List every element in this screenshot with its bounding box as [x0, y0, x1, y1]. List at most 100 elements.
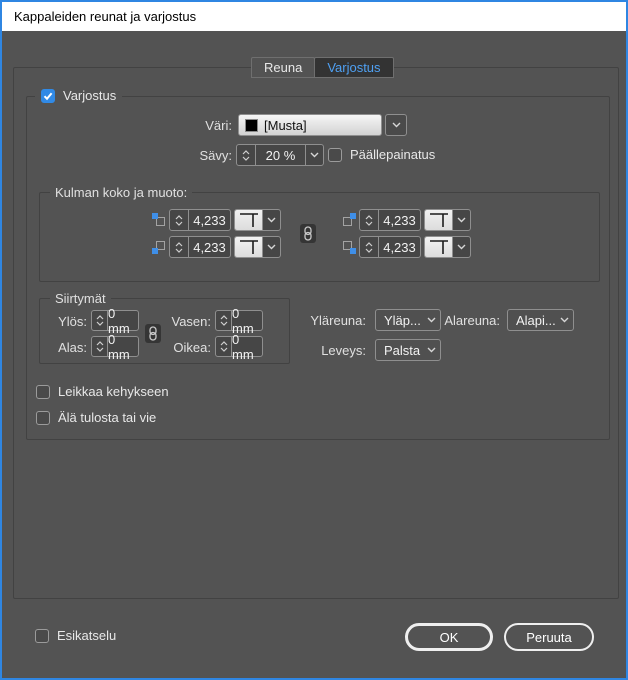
offset-left-label: Vasen: [150, 314, 211, 329]
chevron-down-icon [427, 347, 436, 353]
chevron-down-icon [452, 237, 470, 257]
chevron-down-icon [560, 317, 569, 323]
chevron-down-icon [262, 210, 280, 230]
corner-shape-icon [425, 210, 452, 230]
width-label: Leveys: [227, 343, 366, 358]
title-bar[interactable]: Kappaleiden reunat ja varjostus [2, 2, 626, 31]
color-dropdown[interactable]: [Musta] [238, 114, 382, 136]
cancel-button-label: Peruuta [526, 630, 572, 645]
clip-to-frame-checkbox[interactable] [36, 385, 50, 399]
ok-button[interactable]: OK [405, 623, 493, 651]
shading-toggle-row: Varjostus [35, 88, 122, 103]
corner-shape-icon [235, 210, 262, 230]
chevron-down-icon [242, 156, 250, 161]
offset-bottom-stepper[interactable] [92, 337, 107, 356]
offsets-group-label: Siirtymät [50, 290, 111, 307]
dialog-body: Reuna Varjostus Varjostus Väri: [Musta] [2, 31, 626, 678]
clip-to-frame-row: Leikkaa kehykseen [36, 384, 169, 399]
corner-shape-icon [425, 237, 452, 257]
tint-value[interactable]: 20 % [255, 145, 305, 165]
offset-top-value[interactable]: 0 mm [107, 311, 138, 330]
chevron-up-icon [175, 242, 183, 247]
corner-top-right-shape-dropdown[interactable] [424, 209, 471, 231]
corner-bottom-right-shape-dropdown[interactable] [424, 236, 471, 258]
corner-bottom-left-icon [152, 240, 166, 254]
corner-bottom-right-stepper[interactable] [360, 237, 378, 257]
check-icon [43, 91, 53, 101]
shading-group: Varjostus Väri: [Musta] Sävy: 20 % [26, 96, 610, 440]
corner-top-left-stepper[interactable] [170, 210, 188, 230]
chevron-down-icon [392, 122, 401, 128]
corner-top-right-field: 4,233 [359, 209, 421, 231]
offset-top-field: 0 mm [91, 310, 139, 331]
corner-top-right-value[interactable]: 4,233 [378, 210, 420, 230]
cancel-button[interactable]: Peruuta [504, 623, 594, 651]
corner-group-label: Kulman koko ja muoto: [50, 184, 192, 201]
corner-bottom-right-field: 4,233 [359, 236, 421, 258]
chevron-up-icon [242, 150, 250, 155]
corner-bottom-left-field: 4,233 [169, 236, 231, 258]
bottom-edge-label: Alareuna: [407, 313, 500, 328]
no-print-label: Älä tulosta tai vie [58, 410, 156, 425]
overprint-checkbox[interactable] [328, 148, 342, 162]
bottom-edge-value: Alapi... [516, 313, 560, 328]
no-print-row: Älä tulosta tai vie [36, 410, 156, 425]
ok-button-label: OK [440, 630, 459, 645]
chevron-up-icon [365, 242, 373, 247]
preview-row: Esikatselu [35, 628, 116, 643]
color-swatch-black [245, 119, 258, 132]
offset-bottom-label: Alas: [40, 340, 87, 355]
corner-bottom-left-shape-dropdown[interactable] [234, 236, 281, 258]
chevron-up-icon [175, 215, 183, 220]
chevron-up-icon [96, 341, 104, 346]
chevron-down-icon [262, 237, 280, 257]
offset-bottom-field: 0 mm [91, 336, 139, 357]
tint-stepper[interactable] [237, 145, 255, 165]
corner-top-left-value[interactable]: 4,233 [188, 210, 230, 230]
tab-shading[interactable]: Varjostus [314, 57, 393, 78]
chevron-down-icon [452, 210, 470, 230]
corner-top-right-icon [342, 213, 356, 227]
corner-link-toggle[interactable] [300, 224, 316, 243]
tint-field: 20 % [236, 144, 324, 166]
corner-bottom-right-icon [342, 240, 356, 254]
corner-top-left-icon [152, 213, 166, 227]
preview-checkbox[interactable] [35, 629, 49, 643]
overprint-label: Päällepainatus [350, 147, 435, 162]
clip-to-frame-label: Leikkaa kehykseen [58, 384, 169, 399]
chevron-up-icon [96, 315, 104, 320]
corner-top-left-shape-dropdown[interactable] [234, 209, 281, 231]
color-dropdown-button[interactable] [385, 114, 407, 136]
corner-bottom-right-value[interactable]: 4,233 [378, 237, 420, 257]
corner-top-right-stepper[interactable] [360, 210, 378, 230]
bottom-edge-dropdown[interactable]: Alapi... [507, 309, 574, 331]
chevron-up-icon [365, 215, 373, 220]
corner-shape-icon [235, 237, 262, 257]
paragraph-borders-shading-dialog: Kappaleiden reunat ja varjostus Reuna Va… [0, 0, 628, 680]
corner-bottom-left-value[interactable]: 4,233 [188, 237, 230, 257]
tab-strip: Reuna Varjostus [251, 57, 394, 78]
chevron-down-icon [365, 221, 373, 226]
offset-top-stepper[interactable] [92, 311, 107, 330]
chevron-down-icon [96, 321, 104, 326]
offset-right-label: Oikea: [150, 340, 211, 355]
chevron-down-icon [175, 221, 183, 226]
offset-bottom-value[interactable]: 0 mm [107, 337, 138, 356]
no-print-checkbox[interactable] [36, 411, 50, 425]
corner-group: Kulman koko ja muoto: 4,233 [39, 192, 600, 282]
tab-shading-label: Varjostus [327, 60, 380, 75]
top-edge-label: Yläreuna: [227, 313, 366, 328]
color-label: Väri: [27, 118, 232, 133]
chevron-down-icon [365, 248, 373, 253]
width-dropdown[interactable]: Palsta [375, 339, 441, 361]
color-value: [Musta] [264, 118, 307, 133]
tab-border[interactable]: Reuna [251, 57, 315, 78]
dialog-title: Kappaleiden reunat ja varjostus [14, 9, 196, 24]
chevron-down-icon [175, 248, 183, 253]
tint-dropdown-button[interactable] [305, 145, 323, 165]
corner-bottom-left-stepper[interactable] [170, 237, 188, 257]
offset-top-label: Ylös: [40, 314, 87, 329]
chain-link-icon [303, 226, 313, 241]
shading-checkbox[interactable] [41, 89, 55, 103]
chevron-down-icon [96, 347, 104, 352]
